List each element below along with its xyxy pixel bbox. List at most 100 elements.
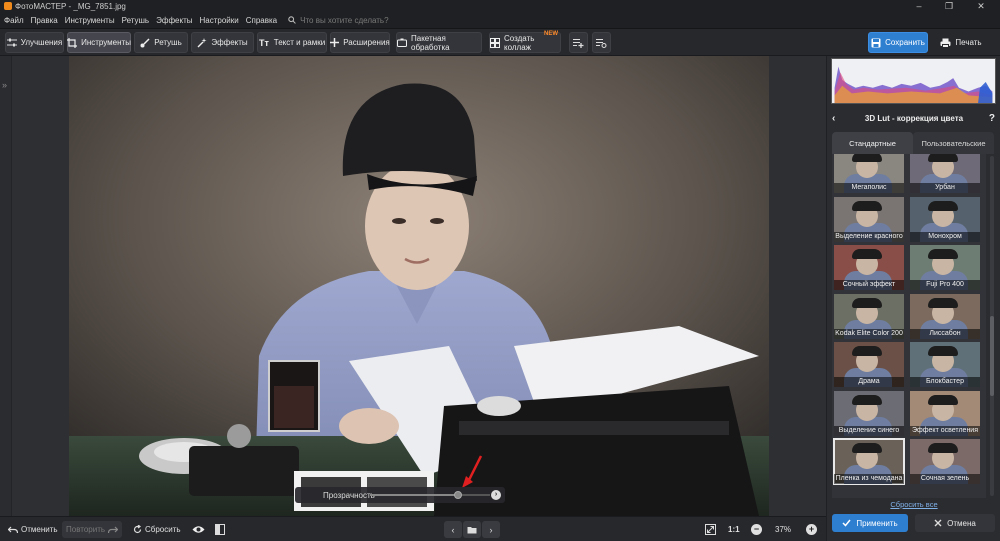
title-bar: ФотоМАСТЕР - _MG_7851.jpg – ❐ ✕ [0,0,1000,12]
photo-canvas[interactable] [12,56,826,516]
folder-icon [467,526,477,533]
undo-button[interactable]: Отменить [8,521,58,538]
minimize-button[interactable]: – [904,0,934,12]
preset-tile[interactable]: Сочный эффект [834,245,904,290]
redo-icon [108,526,119,533]
preset-tile[interactable]: Пленка из чемодана [833,438,905,485]
preset-thumbnail-cap [852,200,882,211]
list-add-icon [573,38,584,48]
save-label: Сохранить [885,38,925,47]
print-label: Печать [955,38,982,47]
redo-button[interactable]: Повторить [62,521,123,538]
preset-tile[interactable]: Выделение красного [834,196,904,242]
preset-tile[interactable]: Fuji Pro 400 [910,245,980,290]
preset-tile[interactable]: Драма [834,342,904,387]
tab-tools[interactable]: Инструменты [67,32,131,53]
actual-size-button[interactable]: 1:1 [728,521,740,538]
preset-scrollbar[interactable] [990,156,994,496]
preset-tile[interactable]: Эффект осветления [910,390,980,436]
tab-retouch[interactable]: Ретушь [134,32,188,53]
preset-thumbnail-cap [852,394,882,405]
batch-processing-button[interactable]: Пакетная обработка [396,32,482,53]
tab-text-label: Текст и рамки [273,38,326,47]
zoom-out-button[interactable]: − [751,524,762,535]
preset-tile[interactable]: Монохром [910,196,980,242]
search-input[interactable] [300,15,421,25]
preset-label: Монохром [910,231,980,242]
menu-file[interactable]: Файл [4,16,24,25]
compare-toggle[interactable] [215,521,228,538]
app-logo-icon [4,2,12,10]
help-icon[interactable]: ? [989,113,995,124]
preset-tile[interactable]: Сочная зелень [910,439,980,484]
menu-effects[interactable]: Эффекты [156,16,192,25]
reset-button[interactable]: Сбросить [133,521,181,538]
next-image-button[interactable]: › [482,521,500,538]
preset-tabs: Стандартные Пользовательские [832,132,994,154]
tab-custom[interactable]: Пользовательские [913,132,994,154]
cancel-button[interactable]: Отмена [915,514,995,532]
menu-settings[interactable]: Настройки [199,16,238,25]
menu-retouch[interactable]: Ретушь [122,16,150,25]
collapsed-left-panel: » [0,56,12,516]
preset-label: Мегаполис [834,183,904,193]
batch-icon [397,38,407,47]
menu-tools[interactable]: Инструменты [65,16,115,25]
preset-tile[interactable]: Блокбастер [910,342,980,387]
save-button[interactable]: Сохранить [868,32,928,53]
tab-improve[interactable]: Улучшения [5,32,64,53]
preset-tile[interactable]: Kodak Elite Color 200 [834,293,904,339]
preset-label: Драма [834,377,904,387]
eye-icon [192,526,205,533]
reset-all-link[interactable]: Сбросить все [827,500,1000,509]
tab-text-frames[interactable]: Тт Текст и рамки [257,32,327,53]
preset-thumbnail-cap [928,443,958,453]
maximize-button[interactable]: ❐ [934,0,964,12]
tab-extensions[interactable]: Расширения [330,32,390,53]
cancel-label: Отмена [947,518,976,528]
fit-to-screen-button[interactable] [705,521,719,538]
preset-tile[interactable]: Выделение синего [834,390,904,436]
print-button[interactable]: Печать [934,32,988,53]
tab-standard[interactable]: Стандартные [832,132,913,154]
preset-label: Сочный эффект [834,280,904,290]
create-collage-button[interactable]: Создать коллаж NEW [489,31,561,53]
preset-label: Урбан [910,183,980,193]
scrollbar-thumb[interactable] [990,316,994,396]
zoom-in-button[interactable]: + [806,524,817,535]
window-title: ФотоМАСТЕР - _MG_7851.jpg [15,1,126,11]
menu-edit[interactable]: Правка [31,16,58,25]
apply-button[interactable]: Применить [832,514,908,532]
tab-retouch-label: Ретушь [154,38,182,47]
opacity-slider-panel: Прозрачность › [295,487,505,503]
panel-header: ‹ 3D Lut - коррекция цвета ? [827,112,1000,124]
menu-help[interactable]: Справка [246,16,277,25]
preset-label: Выделение красного [834,231,904,242]
open-folder-button[interactable] [463,521,481,538]
opacity-label: Прозрачность [323,490,375,500]
opacity-next-icon[interactable]: › [491,490,501,500]
main-toolbar: Улучшения Инструменты Ретушь Эффекты Тт … [0,29,1000,56]
expand-panel-icon[interactable]: » [2,80,7,90]
preset-label: Fuji Pro 400 [910,280,980,290]
previous-image-button[interactable]: ‹ [444,521,462,538]
preset-label: Выделение синего [834,425,904,436]
preset-tile[interactable]: Лиссабон [910,293,980,339]
preset-tile[interactable]: Мегаполис [834,154,904,193]
preset-thumbnail-cap [928,346,958,356]
preview-toggle[interactable] [192,521,208,538]
tab-effects[interactable]: Эффекты [191,32,254,53]
opacity-slider-track[interactable] [370,491,490,499]
reset-label: Сбросить [145,525,181,534]
preset-thumbnail-cap [928,154,958,162]
close-button[interactable]: ✕ [966,0,996,12]
preset-thumbnail-cap [852,154,882,162]
opacity-slider-handle[interactable] [453,491,462,499]
crop-icon [67,37,78,48]
menu-search [288,15,421,25]
preset-label: Блокбастер [910,377,980,387]
preset-tile[interactable]: Урбан [910,154,980,193]
history-button[interactable] [592,32,611,53]
back-arrow-icon[interactable]: ‹ [832,113,835,124]
add-adjustment-button[interactable] [569,32,588,53]
